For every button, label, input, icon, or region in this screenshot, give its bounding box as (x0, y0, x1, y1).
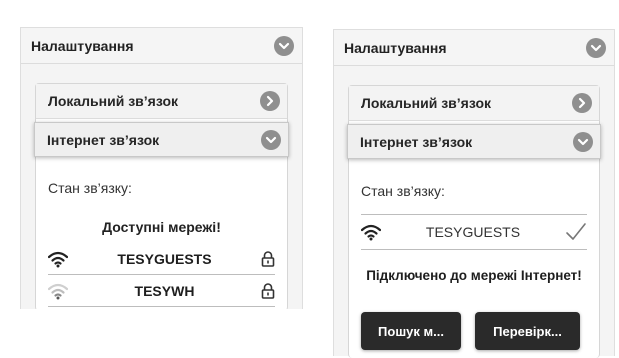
connection-status-label: Стан зв’язку: (48, 180, 132, 196)
check-icon (566, 223, 586, 240)
chevron-right-icon[interactable] (260, 91, 280, 111)
available-networks-label: Доступні мережі! (102, 219, 221, 235)
internet-connection-item[interactable]: Інтернет зв’язок (347, 124, 601, 159)
internet-connection-title: Інтернет зв’язок (47, 131, 160, 148)
network-ssid: TESYGUESTS (117, 251, 212, 267)
settings-header[interactable]: Налаштування (21, 28, 302, 64)
connected-network-row[interactable]: TESYGUESTS (361, 214, 587, 250)
chevron-down-icon[interactable] (586, 37, 606, 58)
local-connection-title: Локальний зв’язок (48, 93, 179, 109)
internet-connection-title: Інтернет зв’язок (360, 133, 473, 150)
connection-status-label: Стан зв’язку: (361, 183, 445, 199)
network-ssid: TESYGUESTS (425, 224, 521, 240)
connected-message: Підключено до мережі Інтернет! (366, 268, 582, 283)
network-row[interactable]: TESYWH (48, 276, 275, 307)
settings-title: Налаштування (344, 39, 447, 56)
settings-panel-left: Налаштування Локальний зв’язок Інтернет … (20, 27, 303, 311)
connection-card: Локальний зв’язок Інтернет зв’язок Стан … (347, 85, 601, 358)
wifi-icon (361, 224, 381, 241)
internet-connection-item[interactable]: Інтернет зв’язок (34, 122, 289, 157)
chevron-down-icon[interactable] (261, 129, 281, 150)
local-connection-item[interactable]: Локальний зв’язок (36, 84, 287, 119)
lock-icon (261, 251, 275, 267)
settings-panel-right: Налаштування Локальний зв’язок Інтернет … (333, 29, 615, 358)
search-networks-button[interactable]: Пошук м... (361, 312, 461, 350)
network-row[interactable]: TESYGUESTS (48, 244, 275, 275)
settings-header[interactable]: Налаштування (334, 30, 614, 66)
page-background (0, 309, 320, 356)
chevron-down-icon[interactable] (573, 131, 593, 152)
chevron-right-icon[interactable] (572, 93, 592, 113)
local-connection-title: Локальний зв’язок (361, 95, 492, 111)
wifi-icon (48, 251, 68, 268)
lock-icon (261, 283, 275, 299)
local-connection-item[interactable]: Локальний зв’язок (349, 86, 599, 121)
settings-title: Налаштування (31, 37, 134, 54)
network-ssid: TESYWH (134, 283, 195, 299)
chevron-down-icon[interactable] (274, 35, 294, 56)
check-connection-button[interactable]: Перевірк... (475, 312, 580, 350)
wifi-icon (48, 283, 68, 300)
connection-card: Локальний зв’язок Інтернет зв’язок Стан … (34, 83, 289, 311)
